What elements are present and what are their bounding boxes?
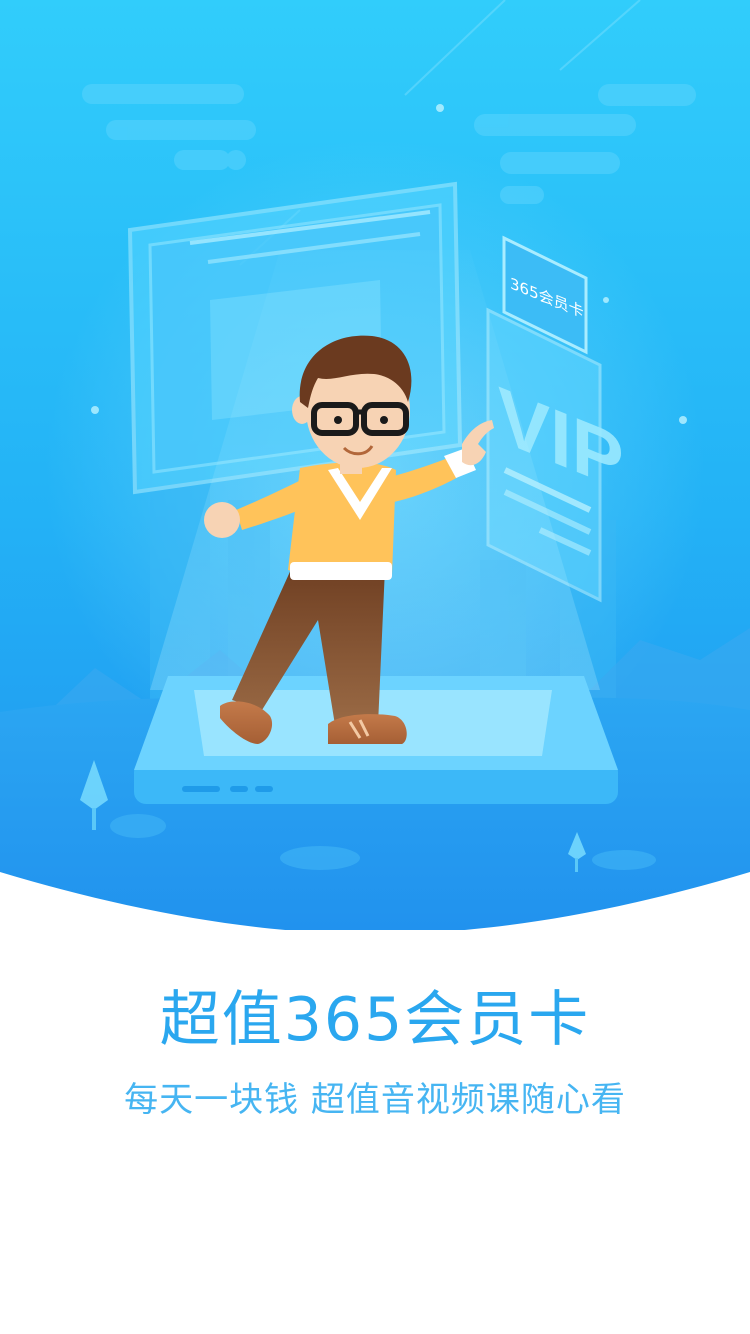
page-title: 超值365会员卡: [159, 985, 591, 1055]
splash-illustration: VIP 365会员卡: [0, 0, 750, 1334]
page-subtitle: 每天一块钱 超值音视频课随心看: [124, 1080, 626, 1120]
